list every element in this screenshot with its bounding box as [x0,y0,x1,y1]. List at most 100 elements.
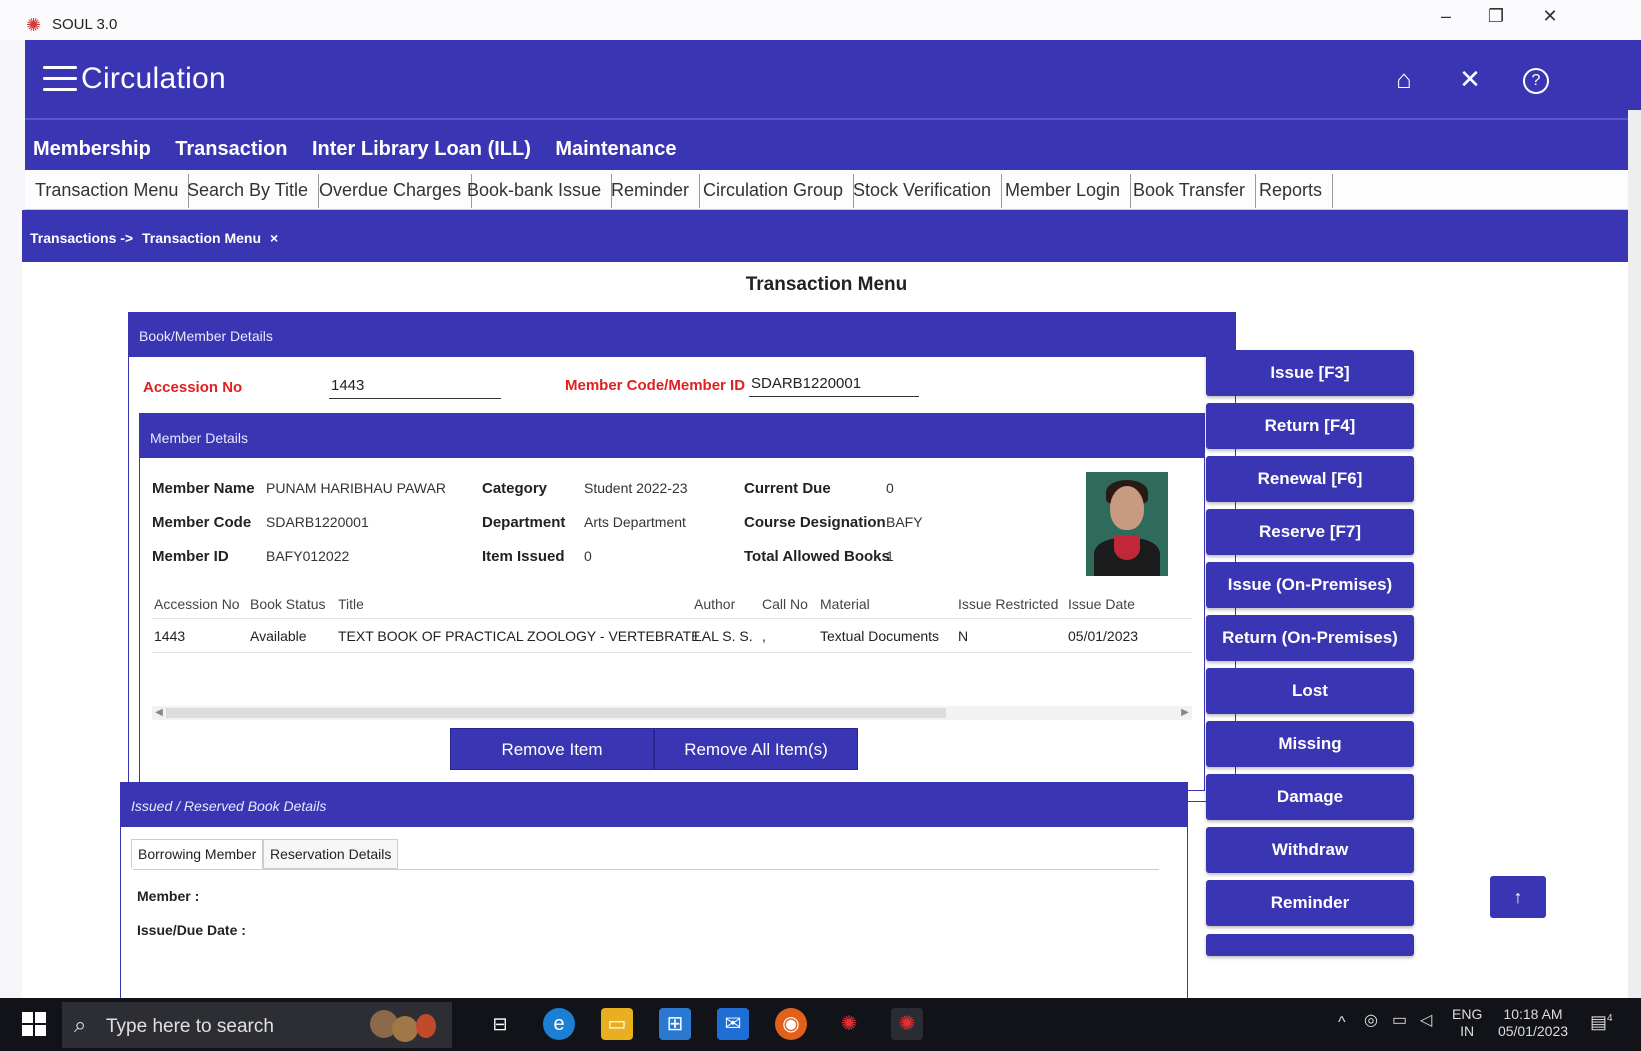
close-icon[interactable]: ✕ [1453,62,1487,96]
soul-logo-icon: ✺ [26,15,42,35]
category-value: Student 2022-23 [584,480,688,496]
department-label: Department [482,514,566,531]
issued-member-label: Member : [137,888,200,904]
col-accession-no: Accession No [154,596,240,612]
cell-book-status[interactable]: Available [250,628,307,644]
remove-item-button[interactable]: Remove Item [450,728,654,770]
remove-all-items-button[interactable]: Remove All Item(s) [654,728,858,770]
tab-reminder[interactable]: Reminder [601,174,701,208]
member-code-detail-value: SDARB1220001 [266,514,369,530]
book-member-header: Book/Member Details [129,313,1235,357]
file-explorer-icon[interactable]: ▭ [601,1008,633,1040]
windows-start-icon[interactable] [22,1012,46,1036]
content-area: Transaction Menu Book/Member Details Acc… [22,262,1631,1012]
window-close-button[interactable]: ✕ [1530,6,1570,27]
clock[interactable]: 10:18 AM 05/01/2023 [1494,1006,1572,1040]
lost-button[interactable]: Lost [1206,668,1414,714]
edge-browser-icon[interactable]: e [543,1008,575,1040]
total-allowed-label: Total Allowed Books [744,548,890,565]
main-menu-membership[interactable]: Membership [25,120,161,161]
tab-stock-verification[interactable]: Stock Verification [843,174,1003,208]
col-author: Author [694,596,736,612]
cell-material[interactable]: Textual Documents [820,628,939,644]
more-action-button[interactable] [1206,934,1414,956]
current-due-label: Current Due [744,480,831,497]
tab-borrowing-member[interactable]: Borrowing Member [131,839,264,869]
clock-date: 05/01/2023 [1497,1023,1569,1039]
breadcrumb-parent[interactable]: Transactions -> [30,230,133,246]
department-value: Arts Department [584,514,686,530]
taskbar-search[interactable]: ⌕ Type here to search [62,1002,452,1048]
volume-icon[interactable]: ◁ [1420,1012,1432,1029]
cell-author[interactable]: LAL S. S. [694,628,753,644]
window-title: SOUL 3.0 [52,16,118,33]
cell-call-no[interactable]: , [762,628,766,644]
restore-button[interactable]: ❐ [1476,6,1516,27]
cell-issue-date[interactable]: 05/01/2023 [1068,628,1138,644]
search-highlight-icon-2[interactable] [392,1016,418,1042]
missing-button[interactable]: Missing [1206,721,1414,767]
task-view-icon[interactable]: ⊟ [484,1008,516,1040]
language-indicator[interactable]: ENG IN [1452,1006,1482,1040]
hamburger-menu-icon[interactable] [43,66,77,92]
item-issued-label: Item Issued [482,548,565,565]
member-name-value: PUNAM HARIBHAU PAWAR [266,480,446,496]
notification-icon[interactable]: ▤4 [1590,1010,1613,1031]
help-icon[interactable]: ? [1519,62,1553,96]
main-menu-transaction[interactable]: Transaction [165,120,297,161]
tab-search-by-title[interactable]: Search By Title [177,174,320,208]
tray-meet-icon[interactable]: ◎ [1364,1012,1378,1029]
cell-title[interactable]: TEXT BOOK OF PRACTICAL ZOOLOGY - VERTEBR… [338,628,701,644]
tab-book-transfer[interactable]: Book Transfer [1123,174,1257,208]
header-title: Circulation [81,62,227,95]
issue-on-premises-button[interactable]: Issue (On-Premises) [1206,562,1414,608]
tray-chevron-icon[interactable]: ^ [1338,1014,1346,1031]
main-menu-maintenance[interactable]: Maintenance [545,120,686,161]
page-scrollbar[interactable] [1628,110,1641,1000]
window-titlebar: ✺ SOUL 3.0 – ❐ ✕ [0,0,1641,40]
reminder-button[interactable]: Reminder [1206,880,1414,926]
cell-issue-restricted[interactable]: N [958,628,968,644]
tab-transaction-menu[interactable]: Transaction Menu [25,174,190,208]
tab-circulation-group[interactable]: Circulation Group [693,174,855,208]
member-code-input[interactable] [749,371,919,397]
scroll-left-icon[interactable]: ◀ [152,706,166,720]
tab-reservation-details[interactable]: Reservation Details [263,839,399,869]
tab-book-bank-issue[interactable]: Book-bank Issue [457,174,613,208]
tab-reports[interactable]: Reports [1249,174,1334,208]
tab-member-login[interactable]: Member Login [995,174,1132,208]
issue-button[interactable]: Issue [F3] [1206,350,1414,396]
mail-icon[interactable]: ✉ [717,1008,749,1040]
soul-app-icon[interactable]: ✺ [833,1008,865,1040]
member-code-detail-label: Member Code [152,514,252,531]
taskbar: ⌕ Type here to search ⊟ e ▭ ⊞ ✉ ◉ ✺ ✺ ^ … [0,998,1641,1051]
scrollbar-thumb[interactable] [166,708,946,718]
issue-due-date-label: Issue/Due Date : [137,922,246,938]
renewal-button[interactable]: Renewal [F6] [1206,456,1414,502]
network-icon[interactable]: ▭ [1392,1012,1407,1029]
member-photo [1086,472,1168,576]
scroll-right-icon[interactable]: ▶ [1178,706,1192,720]
store-icon[interactable]: ⊞ [659,1008,691,1040]
return-on-premises-button[interactable]: Return (On-Premises) [1206,615,1414,661]
withdraw-button[interactable]: Withdraw [1206,827,1414,873]
cell-accession-no[interactable]: 1443 [154,628,185,644]
breadcrumb-close-icon[interactable]: × [270,230,278,246]
search-highlight-icon-3[interactable] [416,1014,436,1038]
horizontal-scrollbar[interactable]: ◀ ▶ [152,706,1192,720]
help-icon-glyph: ? [1523,68,1549,94]
member-id-value: BAFY012022 [266,548,350,564]
tab-overdue-charges[interactable]: Overdue Charges [309,174,473,208]
minimize-button[interactable]: – [1426,6,1466,27]
return-button[interactable]: Return [F4] [1206,403,1414,449]
home-icon[interactable]: ⌂ [1387,62,1421,96]
accession-no-input[interactable] [329,373,501,399]
soul-app-active-icon[interactable]: ✺ [891,1008,923,1040]
firefox-icon[interactable]: ◉ [775,1008,807,1040]
reserve-button[interactable]: Reserve [F7] [1206,509,1414,555]
damage-button[interactable]: Damage [1206,774,1414,820]
scroll-to-top-icon[interactable]: ↑ [1490,876,1546,918]
main-menu-ill[interactable]: Inter Library Loan (ILL) [302,120,541,161]
language-bottom: IN [1460,1023,1475,1039]
current-due-value: 0 [886,480,894,496]
